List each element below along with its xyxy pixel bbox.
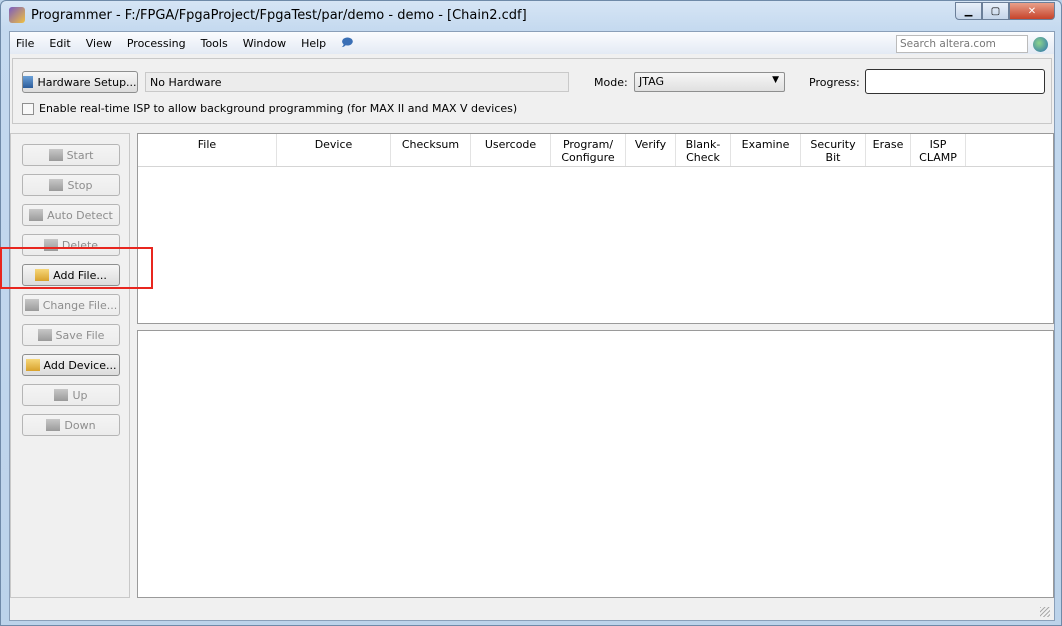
close-button[interactable]: ✕: [1009, 2, 1055, 20]
add-device-button[interactable]: Add Device...: [22, 354, 120, 376]
auto-detect-icon: [29, 209, 44, 221]
stop-button[interactable]: Stop: [22, 174, 120, 196]
column-header[interactable]: Erase: [866, 134, 911, 166]
start-button[interactable]: Start: [22, 144, 120, 166]
menu-edit[interactable]: Edit: [49, 37, 70, 50]
button-label: Down: [64, 418, 96, 432]
menu-tools[interactable]: Tools: [201, 37, 228, 50]
side-toolbar: Start Stop Auto Detect Delete Add File... Cha…: [10, 133, 130, 598]
button-label: Up: [72, 388, 88, 402]
search-input[interactable]: Search altera.com: [896, 35, 1028, 53]
hardware-field: No Hardware: [145, 72, 569, 92]
down-arrow-icon: [46, 419, 61, 431]
column-header[interactable]: Checksum: [391, 134, 471, 166]
hardware-setup-button[interactable]: Hardware Setup...: [22, 71, 138, 93]
column-header[interactable]: Verify: [626, 134, 676, 166]
chevron-down-icon: ▼: [772, 75, 779, 85]
menu-file[interactable]: File: [16, 37, 34, 50]
start-icon: [48, 149, 63, 161]
column-header[interactable]: Examine: [731, 134, 801, 166]
resize-grip[interactable]: [1040, 607, 1050, 617]
menu-view[interactable]: View: [86, 37, 112, 50]
column-header[interactable]: File: [138, 134, 277, 166]
menu-processing[interactable]: Processing: [127, 37, 186, 50]
mode-select[interactable]: JTAG ▼: [634, 72, 785, 92]
programmer-window: Programmer - F:/FPGA/FpgaProject/FpgaTes…: [0, 0, 1062, 626]
window-title: Programmer - F:/FPGA/FpgaProject/FpgaTes…: [31, 7, 527, 23]
table-header: File Device Checksum Usercode Program/ Confi…: [138, 134, 1053, 167]
column-header[interactable]: Blank- Check: [676, 134, 731, 166]
progress-label: Progress:: [809, 76, 860, 89]
add-device-icon: [25, 359, 40, 371]
button-label: Auto Detect: [47, 208, 113, 222]
hardware-setup-label: Hardware Setup...: [37, 75, 137, 89]
menu-window[interactable]: Window: [243, 37, 286, 50]
globe-icon[interactable]: [1033, 37, 1048, 52]
button-label: Change File...: [42, 298, 118, 312]
progress-bar: [865, 69, 1045, 94]
up-button[interactable]: Up: [22, 384, 120, 406]
hardware-panel: Hardware Setup... No Hardware Mode: JTAG…: [12, 58, 1052, 124]
isp-checkbox-label: Enable real-time ISP to allow background…: [39, 102, 518, 115]
save-file-button[interactable]: Save File: [22, 324, 120, 346]
feedback-icon[interactable]: 🗩: [341, 34, 353, 53]
device-chain-table: File Device Checksum Usercode Program/ Confi…: [137, 133, 1054, 324]
column-header[interactable]: Device: [277, 134, 391, 166]
button-label: Stop: [67, 178, 93, 192]
mode-label: Mode:: [594, 76, 628, 89]
minimize-button[interactable]: ▁: [955, 2, 982, 20]
title-bar: Programmer - F:/FPGA/FpgaProject/FpgaTes…: [9, 7, 527, 23]
isp-checkbox[interactable]: [22, 102, 34, 115]
change-file-icon: [24, 299, 39, 311]
column-header[interactable]: Program/ Configure: [551, 134, 626, 166]
highlight-box: [0, 247, 153, 289]
hardware-icon: [23, 76, 34, 88]
mode-value: JTAG: [639, 75, 664, 88]
stop-icon: [49, 179, 64, 191]
auto-detect-button[interactable]: Auto Detect: [22, 204, 120, 226]
column-header[interactable]: ISP CLAMP: [911, 134, 966, 166]
menu-help[interactable]: Help: [301, 37, 326, 50]
save-icon: [37, 329, 52, 341]
column-header[interactable]: Usercode: [471, 134, 551, 166]
button-label: Start: [66, 148, 94, 162]
app-icon: [9, 7, 25, 23]
down-button[interactable]: Down: [22, 414, 120, 436]
change-file-button[interactable]: Change File...: [22, 294, 120, 316]
menu-bar: File Edit View Processing Tools Window H…: [10, 32, 1054, 54]
button-label: Save File: [55, 328, 105, 342]
up-arrow-icon: [54, 389, 69, 401]
maximize-button[interactable]: ▢: [982, 2, 1009, 20]
isp-checkbox-row[interactable]: Enable real-time ISP to allow background…: [22, 102, 517, 115]
column-header[interactable]: Security Bit: [801, 134, 866, 166]
chain-diagram-area: [137, 330, 1054, 598]
button-label: Add Device...: [43, 358, 117, 372]
